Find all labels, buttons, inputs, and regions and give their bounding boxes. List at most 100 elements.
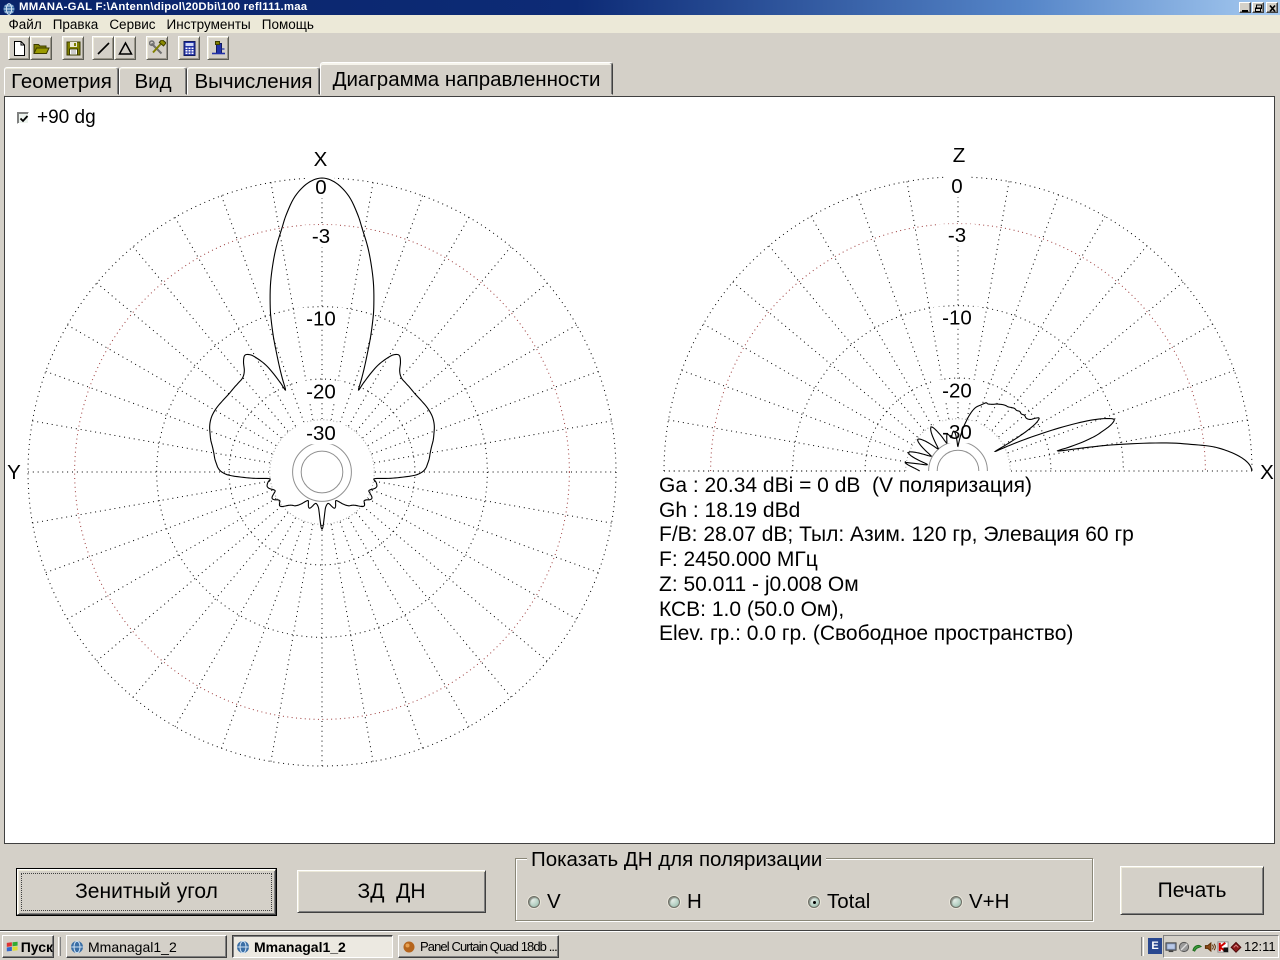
- svg-text:-3: -3: [948, 224, 966, 247]
- svg-text:Z: Z: [953, 144, 966, 167]
- result-gh: Gh : 18.19 dBd: [659, 498, 801, 522]
- result-impedance: Z: 50.011 - j0.008 Ом: [659, 572, 859, 596]
- tab-view[interactable]: Вид: [119, 67, 187, 95]
- tools-button[interactable]: [146, 36, 168, 60]
- result-swr: КСВ: 1.0 (50.0 Ом),: [659, 597, 845, 621]
- taskbar-grip: [58, 937, 61, 956]
- radio-h-circle: [668, 896, 680, 908]
- radiation-pattern-chart: 0-3-10-20-30XY0-3-10-20-30ZX: [7, 144, 1274, 767]
- language-indicator[interactable]: E: [1148, 938, 1162, 954]
- system-tray: 12:11: [1163, 935, 1279, 958]
- close-button[interactable]: [1266, 2, 1278, 13]
- results-text: Ga : 20.34 dBi = 0 dB (V поляризация) Gh…: [659, 474, 1134, 647]
- result-fb: F/B: 28.07 dB; Тыл: Азим. 120 гр, Элевац…: [659, 523, 1134, 547]
- tab-pattern[interactable]: Диаграмма направленности: [320, 62, 613, 95]
- save-icon: [66, 41, 81, 56]
- restore-icon: [1255, 4, 1262, 12]
- radio-vh[interactable]: V+H: [950, 890, 1009, 914]
- mmana-task-icon: [237, 940, 249, 953]
- tab-calculations[interactable]: Вычисления: [187, 67, 320, 95]
- task-mmanagal-1[interactable]: Mmanagal1_2: [66, 935, 227, 958]
- draw-triangle-button[interactable]: [114, 36, 136, 60]
- radio-h[interactable]: H: [668, 890, 702, 914]
- triangle-icon: [118, 41, 133, 55]
- result-gain: Ga : 20.34 dBi = 0 dB (V поляризация): [659, 474, 1032, 497]
- svg-text:-10: -10: [942, 307, 972, 330]
- menu-file[interactable]: Файл: [3, 15, 47, 33]
- tab-strip: Геометрия Вид Вычисления Диаграмма напра…: [0, 60, 1280, 95]
- window-title: MMANA-GAL F:\Antenn\dipol\20Dbi\100 refl…: [19, 1, 308, 13]
- svg-text:0: 0: [951, 175, 962, 198]
- panel-curtain-task-icon: [403, 941, 415, 952]
- tray-separator: [1141, 937, 1144, 956]
- tray-antivirus-icon[interactable]: [1217, 940, 1229, 953]
- svg-text:Y: Y: [7, 461, 21, 484]
- minimize-button[interactable]: [1239, 2, 1251, 13]
- tray-display-icon[interactable]: [1165, 941, 1177, 953]
- task-label: Mmanagal1_2: [88, 938, 177, 955]
- print-button[interactable]: Печать: [1120, 866, 1264, 915]
- plus90-checkbox-label: +90 dg: [37, 107, 96, 128]
- result-elevation: Elev. гр.: 0.0 гр. (Свободное пространст…: [659, 622, 1074, 646]
- radio-v[interactable]: V: [528, 890, 561, 914]
- wrench-hammer-icon: [149, 40, 166, 55]
- menu-edit[interactable]: Правка: [47, 15, 104, 33]
- plus90-checkbox[interactable]: [17, 112, 29, 124]
- task-label: Mmanagal1_2: [254, 938, 346, 955]
- task-label: Panel Curtain Quad 18db ...: [420, 939, 558, 954]
- draw-line-button[interactable]: [92, 36, 114, 60]
- svg-text:X: X: [314, 148, 328, 171]
- radio-total[interactable]: Total: [808, 890, 870, 914]
- bottom-controls: Зенитный угол ЗД ДН Показать ДН для поля…: [0, 845, 1280, 930]
- mmana-task-icon: [71, 940, 83, 953]
- menu-bar: Файл Правка Сервис Инструменты Помощь: [0, 15, 1280, 33]
- calculate-button[interactable]: [178, 36, 200, 60]
- svg-text:-20: -20: [306, 381, 336, 404]
- open-file-button[interactable]: [30, 36, 52, 60]
- plot-azimuth: 0 -3 -10 -20 -30 X Y: [7, 148, 617, 767]
- close-icon: [1269, 4, 1276, 13]
- new-file-button[interactable]: [8, 36, 30, 60]
- radio-v-circle: [528, 896, 540, 908]
- pattern-chart-button[interactable]: [207, 36, 229, 60]
- tray-green-icon[interactable]: [1191, 941, 1203, 953]
- taskbar: Пуск Mmanagal1_2 Mmanagal1_2 Panel Curta…: [0, 930, 1280, 960]
- radio-h-label: H: [687, 890, 702, 913]
- chart-panel: 0 -3 -10 -20 -30 X Y 0 -3 -10 -20 -30 Z X +90 dg Ga :…: [4, 96, 1275, 844]
- tab-geometry[interactable]: Геометрия: [4, 67, 119, 95]
- radio-vh-circle: [950, 896, 962, 908]
- calculator-icon: [183, 41, 196, 56]
- zenith-angle-button[interactable]: Зенитный угол: [17, 869, 276, 915]
- start-label: Пуск: [20, 938, 53, 955]
- task-panel-curtain[interactable]: Panel Curtain Quad 18db ...: [398, 935, 559, 958]
- menu-service[interactable]: Сервис: [104, 15, 161, 33]
- tray-shield-icon[interactable]: [1178, 941, 1190, 953]
- result-freq: F: 2450.000 МГц: [659, 548, 818, 572]
- svg-text:-30: -30: [306, 422, 336, 445]
- tray-volume-icon[interactable]: [1204, 941, 1216, 953]
- plot-elevation: 0-3-10-20-30ZX: [663, 144, 1274, 484]
- svg-text:0: 0: [315, 176, 326, 199]
- app-icon: [3, 2, 15, 15]
- mmana-window: MMANA-GAL F:\Antenn\dipol\20Dbi\100 refl…: [0, 0, 1280, 930]
- radio-v-label: V: [547, 890, 561, 913]
- task-mmanagal-2[interactable]: Mmanagal1_2: [232, 935, 393, 958]
- pattern-chart-icon: [212, 41, 225, 55]
- menu-help[interactable]: Помощь: [256, 15, 319, 33]
- check-icon: [19, 115, 29, 123]
- tray-diamond-icon[interactable]: [1230, 941, 1242, 953]
- menu-tools[interactable]: Инструменты: [161, 15, 256, 33]
- svg-text:-10: -10: [306, 308, 336, 331]
- new-file-icon: [14, 41, 25, 56]
- three-d-pattern-button[interactable]: ЗД ДН: [297, 870, 486, 913]
- line-icon: [97, 42, 110, 55]
- minimize-icon: [1242, 10, 1248, 12]
- polarization-caption: Показать ДН для поляризации: [527, 848, 827, 872]
- svg-text:X: X: [1260, 461, 1274, 484]
- windows-logo-icon: [6, 941, 18, 952]
- restore-button[interactable]: [1252, 2, 1264, 13]
- save-button[interactable]: [62, 36, 84, 60]
- svg-text:-20: -20: [942, 380, 972, 403]
- toolbar: [0, 33, 1280, 60]
- start-button[interactable]: Пуск: [2, 935, 54, 958]
